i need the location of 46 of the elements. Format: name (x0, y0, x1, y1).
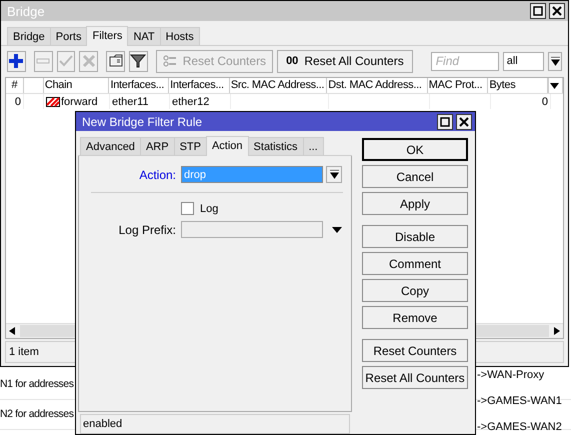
filter-select[interactable]: all (502, 52, 544, 70)
column-header[interactable]: Chain (44, 78, 110, 93)
list-text: ->GAMES-WAN1 (477, 395, 562, 407)
find-field[interactable]: Find (430, 52, 499, 70)
tab[interactable]: ARP (140, 137, 175, 155)
dialog-button[interactable]: Comment (362, 252, 468, 275)
column-header[interactable]: Src. MAC Address... (230, 78, 328, 93)
tab[interactable]: Hosts (160, 27, 200, 45)
table-cell: 0 (491, 94, 551, 109)
table-cell: ether11 (110, 94, 170, 109)
list-text: N1 for addresses (0, 378, 74, 390)
tab[interactable]: Bridge (7, 27, 51, 45)
log-label: Log (200, 202, 218, 214)
tab[interactable]: Action (206, 136, 249, 156)
tab[interactable]: Filters (86, 26, 128, 46)
list-text: ->GAMES-WAN2 (477, 421, 562, 433)
dialog-button[interactable]: OK (362, 138, 468, 161)
table-cell: forward (61, 96, 98, 108)
column-header[interactable]: Bytes (488, 78, 548, 93)
column-header[interactable]: # (6, 78, 24, 93)
dialog-title: New Bridge Filter Rule (82, 114, 204, 128)
dialog-button[interactable]: Cancel (362, 165, 468, 188)
table-cell: ether12 (170, 94, 231, 109)
tab[interactable]: STP (174, 137, 207, 155)
column-header[interactable]: Dst. MAC Address... (327, 78, 428, 93)
tab[interactable]: Advanced (80, 137, 141, 155)
tab[interactable]: Ports (50, 27, 88, 45)
table-cell: 0 (6, 94, 24, 109)
tab[interactable]: ... (302, 137, 324, 155)
dialog-button[interactable]: Disable (362, 225, 468, 248)
log-prefix-label: Log Prefix: (118, 222, 177, 236)
dialog-button[interactable]: Remove (362, 306, 468, 329)
status-bar: enabled (80, 414, 350, 434)
dialog-button[interactable]: Reset All Counters (362, 366, 468, 389)
column-header[interactable]: Interfaces... (169, 78, 230, 93)
tab[interactable]: NAT (127, 27, 161, 45)
dialog-button[interactable]: Copy (362, 279, 468, 302)
list-text: N2 for addresses (0, 408, 74, 420)
reset-all-counters-button[interactable]: 00 Reset All Counters (277, 50, 413, 72)
column-header[interactable]: MAC Prot... (428, 78, 488, 93)
action-label: Action: (138, 168, 177, 182)
column-header[interactable]: Interfaces... (109, 78, 170, 93)
list-text: ->WAN-Proxy (477, 369, 544, 381)
tab[interactable]: Statistics (248, 137, 304, 155)
dialog-button[interactable]: Reset Counters (362, 339, 468, 362)
dialog-button[interactable]: Apply (362, 192, 468, 215)
